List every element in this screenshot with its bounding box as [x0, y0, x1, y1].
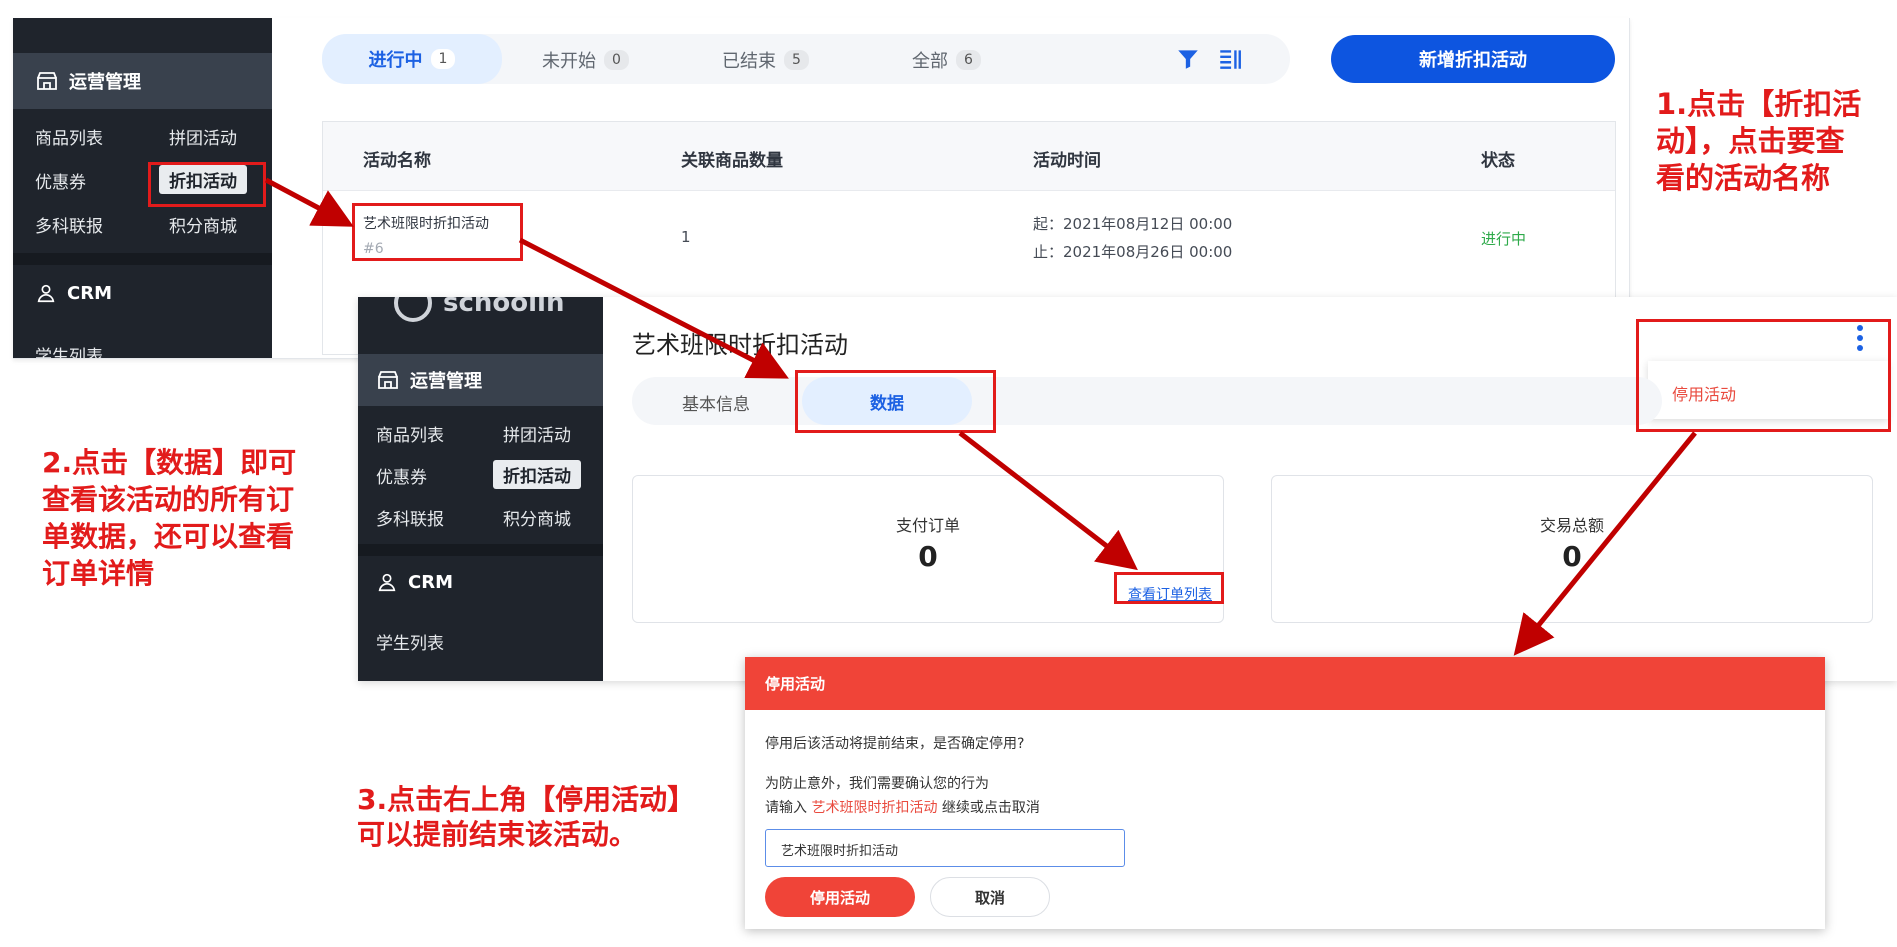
annotation-line: 查看该活动的所有订	[42, 483, 295, 516]
tab-not-started[interactable]: 未开始 0	[542, 47, 629, 73]
status-tabs: 进行中 1 未开始 0 已结束 5 全部 6	[322, 34, 1290, 84]
sidebar-group-label: 运营管理	[69, 72, 141, 93]
crm-label: CRM	[67, 282, 112, 304]
card-value: 0	[918, 540, 938, 573]
sidebar-item-bundle[interactable]: 多科联报	[35, 212, 103, 237]
sidebar-item-bundle[interactable]: 多科联报	[376, 505, 444, 530]
sidebar-item-students[interactable]: 学生列表	[35, 342, 103, 358]
line2-prefix: 请输入	[765, 800, 807, 816]
input-value: 艺术班限时折扣活动	[781, 844, 899, 859]
sidebar-item-discount[interactable]: 折扣活动	[493, 460, 581, 489]
col-header-status: 状态	[1481, 151, 1515, 171]
step1-annotation: 1.点击【折扣活 动】，点击要查 看的活动名称	[1656, 86, 1861, 197]
dialog-message: 停用后该活动将提前结束，是否确定停用?	[765, 736, 1025, 752]
tab-count: 5	[784, 50, 809, 70]
sidebar-divider	[358, 544, 603, 556]
total-amount-card: 交易总额 0	[1271, 475, 1873, 623]
dialog-header: 停用活动	[745, 657, 1825, 710]
col-header-time: 活动时间	[1033, 151, 1101, 171]
logo: schoolin	[393, 297, 564, 323]
annotation-line: 1.点击【折扣活	[1656, 87, 1862, 121]
tab-label: 全部	[912, 51, 948, 72]
sidebar-group-crm[interactable]: CRM	[376, 571, 453, 593]
store-icon	[376, 368, 400, 392]
confirm-disable-button[interactable]: 停用活动	[765, 877, 915, 917]
store-icon	[35, 69, 59, 93]
sidebar: schoolin 运营管理 商品列表 拼团活动 优惠券 折扣活动 多科联报 积分…	[358, 297, 603, 681]
tab-label: 已结束	[722, 51, 776, 72]
tab-all[interactable]: 全部 6	[912, 47, 981, 73]
tab-in-progress[interactable]: 进行中 1	[322, 34, 502, 84]
tab-label: 进行中	[368, 50, 423, 71]
step2-annotation: 2.点击【数据】即可 查看该活动的所有订 单数据，还可以查看 订单详情	[42, 444, 296, 592]
confirm-name-input[interactable]: 艺术班限时折扣活动	[765, 829, 1125, 867]
tab-count: 0	[604, 50, 629, 70]
sidebar-item-coupons[interactable]: 优惠券	[376, 463, 427, 488]
highlight-order-link	[1114, 572, 1224, 604]
line2-highlight: 艺术班限时折扣活动	[811, 800, 938, 816]
user-icon	[37, 284, 55, 303]
highlight-discount-menu	[148, 162, 266, 207]
annotation-line: 看的活动名称	[1656, 161, 1831, 195]
time-start: 起：2021年08月12日 00:00	[1033, 215, 1233, 233]
filter-icon[interactable]	[1175, 46, 1201, 76]
activity-detail-panel: schoolin 运营管理 商品列表 拼团活动 优惠券 折扣活动 多科联报 积分…	[358, 297, 1897, 681]
sidebar-group-operations[interactable]: 运营管理	[13, 53, 272, 109]
table-header: 活动名称 关联商品数量 活动时间 状态	[323, 122, 1615, 191]
col-header-goods-count: 关联商品数量	[681, 151, 783, 171]
step3-annotation: 3.点击右上角【停用活动】 可以提前结束该活动。	[357, 782, 695, 852]
status-badge: 进行中	[1481, 230, 1527, 248]
tab-ended[interactable]: 已结束 5	[722, 47, 809, 73]
sidebar-item-students[interactable]: 学生列表	[376, 629, 444, 654]
sidebar-item-group-buy[interactable]: 拼团活动	[169, 124, 237, 149]
annotation-line: 2.点击【数据】即可	[42, 446, 297, 479]
annotation-line: 可以提前结束该活动。	[357, 818, 638, 851]
line2-suffix: 继续或点击取消	[941, 800, 1040, 816]
logo-text: schoolin	[443, 297, 565, 318]
logo-icon	[394, 297, 432, 322]
dialog-line2: 请输入 艺术班限时折扣活动 继续或点击取消	[765, 797, 1040, 817]
sidebar-item-products[interactable]: 商品列表	[376, 421, 444, 446]
column-settings-icon[interactable]	[1217, 46, 1243, 76]
tab-count: 6	[956, 50, 981, 70]
sidebar-group-label: 运营管理	[410, 371, 482, 392]
time-end: 止：2021年08月26日 00:00	[1033, 243, 1233, 261]
goods-count: 1	[681, 228, 691, 246]
cancel-button[interactable]: 取消	[930, 877, 1050, 917]
page-title: 艺术班限时折扣活动	[632, 331, 848, 359]
dialog-line1: 为防止意外，我们需要确认您的行为	[765, 776, 989, 792]
annotation-line: 订单详情	[42, 557, 155, 590]
sidebar-item-points-mall[interactable]: 积分商城	[503, 505, 571, 530]
sidebar-item-products[interactable]: 商品列表	[35, 124, 103, 149]
tab-label: 未开始	[542, 51, 596, 72]
annotation-line: 单数据，还可以查看	[42, 520, 295, 553]
sidebar-group-crm[interactable]: CRM	[35, 282, 112, 304]
crm-label: CRM	[408, 571, 453, 593]
highlight-data-tab	[795, 370, 996, 433]
add-discount-activity-button[interactable]: 新增折扣活动	[1331, 35, 1615, 83]
card-label: 支付订单	[895, 516, 960, 535]
tab-basic-info[interactable]: 基本信息	[682, 390, 750, 415]
annotation-line: 3.点击右上角【停用活动】	[357, 783, 696, 816]
highlight-activity-name	[352, 203, 523, 261]
annotation-line: 动】，点击要查	[1656, 124, 1845, 158]
detail-tabs: 基本信息 数据	[632, 377, 1662, 425]
col-header-name: 活动名称	[363, 151, 431, 171]
card-value: 0	[1562, 540, 1582, 573]
disable-activity-dialog: 停用活动 停用后该活动将提前结束，是否确定停用? 为防止意外，我们需要确认您的行…	[745, 657, 1825, 929]
sidebar-item-coupons[interactable]: 优惠券	[35, 168, 86, 193]
sidebar-divider	[13, 253, 272, 265]
sidebar-group-operations[interactable]: 运营管理	[358, 354, 603, 406]
card-label: 交易总额	[1539, 516, 1604, 535]
highlight-disable-menu	[1636, 319, 1891, 432]
sidebar-item-group-buy[interactable]: 拼团活动	[503, 421, 571, 446]
sidebar-item-points-mall[interactable]: 积分商城	[169, 212, 237, 237]
tab-count: 1	[430, 49, 456, 69]
user-icon	[378, 573, 396, 592]
